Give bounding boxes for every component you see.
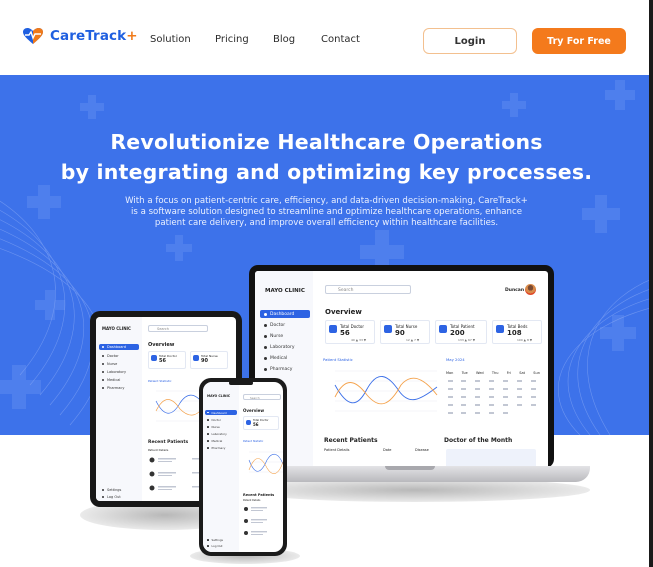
- tablet-stat-doctor: Total Doctor 56: [148, 351, 186, 369]
- calendar-grid: [448, 380, 536, 414]
- tablet-overview-heading: Overview: [148, 342, 175, 348]
- pharmacy-icon: [264, 368, 267, 371]
- tablet-stat-nurse: Total Nurse 90: [190, 351, 228, 369]
- tablet-sidebar-medical[interactable]: Medical: [102, 378, 120, 382]
- patient-statistic-heading: Patient Statistic: [323, 357, 353, 362]
- sidebar-item-medical[interactable]: Medical: [264, 356, 287, 361]
- phone-search-input[interactable]: Search: [243, 394, 281, 400]
- window-edge: [649, 0, 653, 567]
- tablet-sidebar-logout[interactable]: Log Out: [102, 495, 121, 499]
- sidebar-item-nurse[interactable]: Nurse: [264, 334, 283, 339]
- phone-sidebar-laboratory[interactable]: Laboratory: [207, 432, 227, 436]
- laboratory-icon: [264, 346, 267, 349]
- overview-heading: Overview: [325, 308, 362, 316]
- phone-notch: [229, 381, 253, 385]
- recent-col-disease: Disease: [415, 448, 429, 452]
- login-button[interactable]: Login: [423, 28, 517, 54]
- sidebar-item-dashboard[interactable]: Dashboard: [260, 310, 310, 318]
- phone-recent-heading: Recent Patients: [243, 493, 275, 497]
- hero-title-line-2: by integrating and optimizing key proces…: [60, 160, 593, 184]
- phone-sidebar-pharmacy[interactable]: Pharmacy: [207, 446, 225, 450]
- brand-logo[interactable]: CareTrack+: [22, 27, 138, 45]
- phone-mockup: MAYO CLINIC Dashboard Doctor Nurse Labor…: [199, 378, 287, 556]
- calendar-weekdays: Mon Tue Wed Thu Fri Sat Sun: [446, 371, 540, 375]
- phone-dashboard: MAYO CLINIC Dashboard Doctor Nurse Labor…: [203, 382, 283, 552]
- stat-card-nurse: Total Nurse 90 12 ▲ 7 ▼: [380, 320, 430, 344]
- clinic-logo: MAYO CLINIC: [265, 288, 305, 294]
- hero-description: With a focus on patient-centric care, ef…: [125, 196, 528, 229]
- recent-col-patient: Patient Details: [324, 448, 350, 452]
- doctor-of-month-heading: Doctor of the Month: [444, 437, 513, 444]
- tablet-statistic-heading: Patient Statistic: [148, 379, 172, 383]
- phone-statistic-heading: Patient Statistic: [243, 440, 264, 443]
- phone-sidebar-dashboard[interactable]: Dashboard: [205, 410, 237, 415]
- tablet-sidebar-dashboard[interactable]: Dashboard: [99, 344, 139, 350]
- nav-link-pricing[interactable]: Pricing: [215, 34, 249, 45]
- laptop-mockup: MAYO CLINIC Dashboard Doctor Nurse Labor…: [249, 265, 554, 468]
- phone-recent-col: Patient Details: [243, 499, 261, 502]
- calendar-month: May 2024: [446, 357, 465, 362]
- phone-sidebar-medical[interactable]: Medical: [207, 439, 222, 443]
- nurse-icon: [264, 335, 267, 338]
- laptop-notch: [385, 466, 435, 470]
- laptop-dashboard: MAYO CLINIC Dashboard Doctor Nurse Labor…: [255, 271, 548, 468]
- phone-sidebar-settings[interactable]: Settings: [207, 538, 223, 542]
- tablet-recent-col: Patient Details: [148, 448, 169, 452]
- dashboard-icon: [264, 312, 267, 316]
- sidebar-item-doctor[interactable]: Doctor: [264, 323, 285, 328]
- phone-sidebar: MAYO CLINIC Dashboard Doctor Nurse Labor…: [203, 382, 239, 552]
- recent-col-date: Date: [383, 448, 392, 452]
- tablet-recent-heading: Recent Patients: [148, 440, 189, 445]
- top-navbar: CareTrack+ Solution Pricing Blog Contact…: [0, 0, 653, 75]
- try-for-free-button[interactable]: Try For Free: [532, 28, 626, 54]
- sidebar-item-laboratory[interactable]: Laboratory: [264, 345, 295, 350]
- tablet-sidebar-doctor[interactable]: Doctor: [102, 354, 119, 358]
- user-avatar[interactable]: [525, 284, 536, 295]
- phone-overview-heading: Overview: [243, 408, 265, 413]
- brand-name: CareTrack+: [50, 28, 138, 44]
- phone-stat-doctor: Total Doctor 56: [243, 416, 279, 430]
- phone-statistic-chart: [248, 451, 283, 474]
- nav-link-blog[interactable]: Blog: [273, 34, 295, 45]
- stat-card-doctor: Total Doctor 56 40 ▲ 33 ▼: [325, 320, 375, 344]
- user-name: Duncan: [505, 288, 525, 293]
- dashboard-search-input[interactable]: Search: [325, 285, 411, 294]
- nav-link-contact[interactable]: Contact: [321, 34, 360, 45]
- tablet-sidebar-laboratory[interactable]: Laboratory: [102, 370, 126, 374]
- doctor-icon: [264, 324, 267, 327]
- phone-sidebar-logout[interactable]: Log Out: [207, 544, 222, 548]
- heart-pulse-icon: [23, 28, 43, 44]
- tablet-search-input[interactable]: Search: [148, 325, 208, 332]
- phone-sidebar-nurse[interactable]: Nurse: [207, 425, 220, 429]
- patient-statistic-chart: [334, 370, 438, 412]
- tablet-sidebar-pharmacy[interactable]: Pharmacy: [102, 386, 124, 390]
- sidebar-item-pharmacy[interactable]: Pharmacy: [264, 367, 292, 372]
- phone-recent-list: [244, 507, 267, 535]
- tablet-sidebar: MAYO CLINIC Dashboard Doctor Nurse Labor…: [96, 317, 142, 501]
- tablet-sidebar-settings[interactable]: Settings: [102, 488, 121, 492]
- stat-card-patient: Total Patient 200 133 ▲ 67 ▼: [435, 320, 487, 344]
- medical-icon: [264, 357, 267, 360]
- hero-title-line-1: Revolutionize Healthcare Operations: [110, 130, 543, 154]
- nav-link-solution[interactable]: Solution: [150, 34, 191, 45]
- recent-patients-heading: Recent Patients: [324, 437, 378, 444]
- tablet-sidebar-nurse[interactable]: Nurse: [102, 362, 117, 366]
- stat-card-beds: Total Beds 108 100 ▲ 8 ▼: [492, 320, 542, 344]
- phone-sidebar-doctor[interactable]: Doctor: [207, 418, 221, 422]
